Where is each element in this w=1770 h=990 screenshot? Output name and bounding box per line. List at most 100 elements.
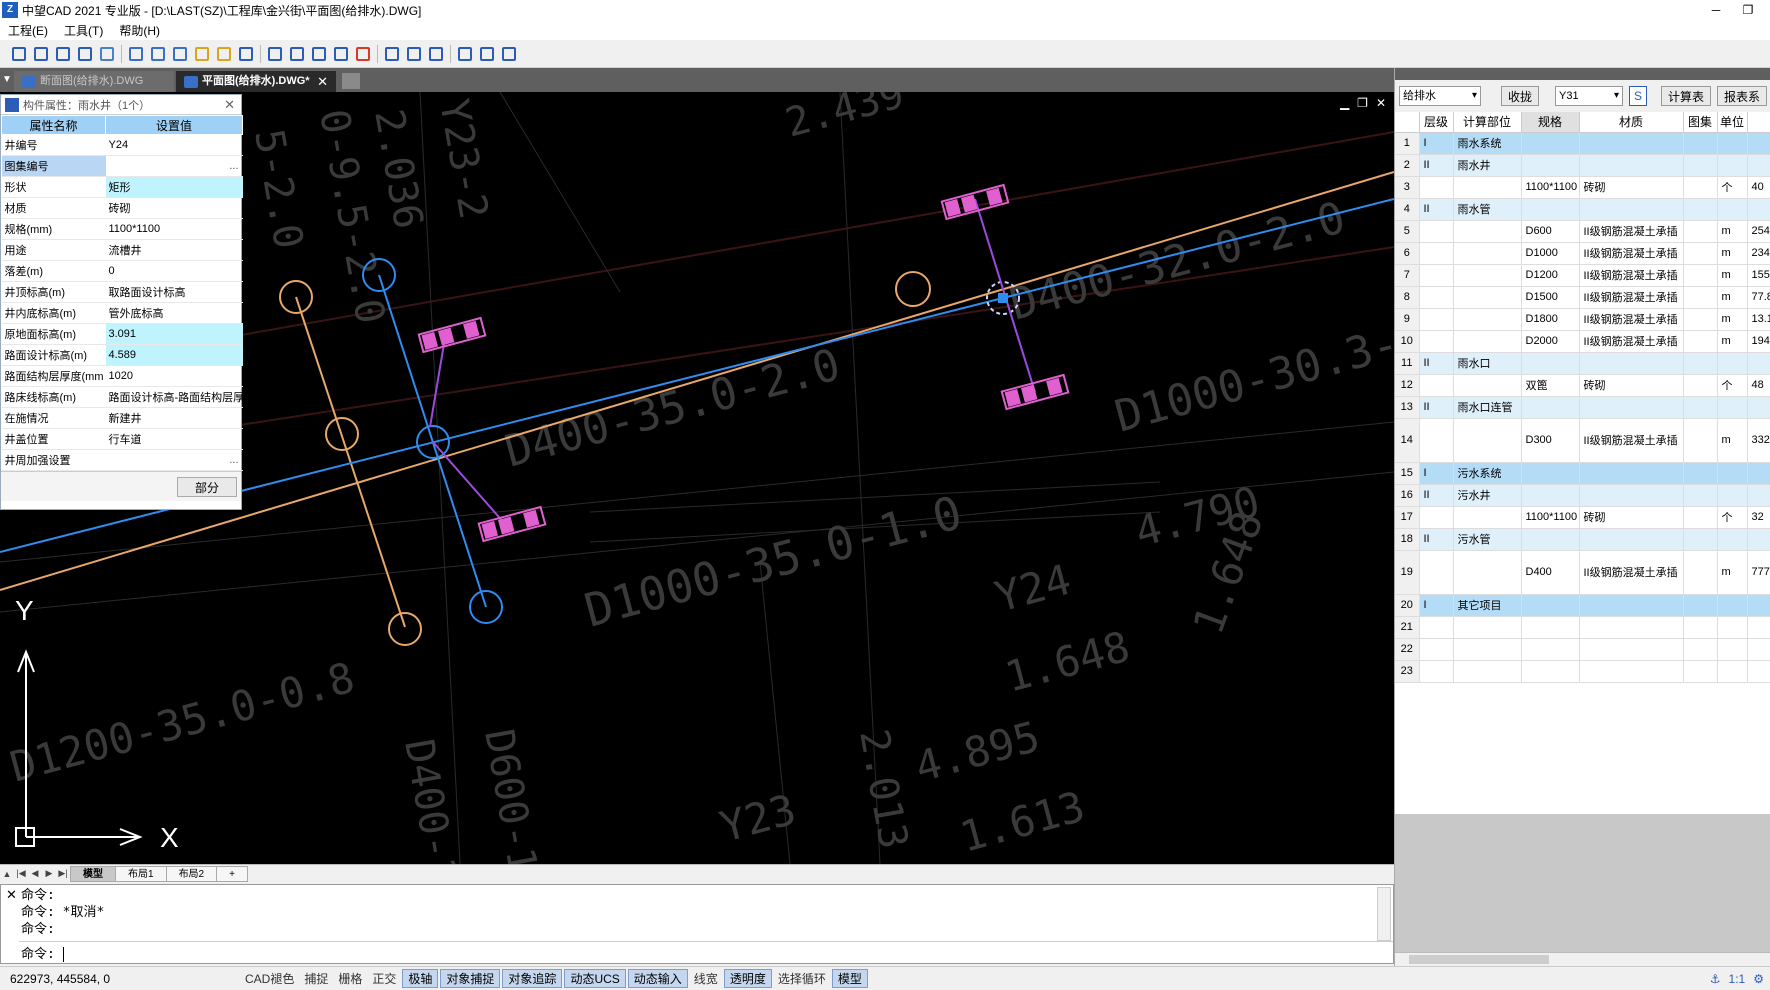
- table-row[interactable]: 21: [1395, 616, 1770, 639]
- toolbar-tool-icon[interactable]: [265, 44, 285, 64]
- status-toggle[interactable]: 动态输入: [627, 969, 688, 988]
- s-button[interactable]: S: [1629, 86, 1648, 106]
- status-toggle[interactable]: 捕捉: [299, 970, 333, 987]
- table-row[interactable]: 20 I 其它项目: [1395, 594, 1770, 617]
- report-button[interactable]: 报表系: [1717, 86, 1768, 106]
- table-row[interactable]: 15 I 污水系统: [1395, 462, 1770, 485]
- table-row[interactable]: 2 II 雨水井: [1395, 154, 1770, 177]
- toolbar-tool-icon[interactable]: [126, 44, 146, 64]
- table-row[interactable]: 16 II 污水井: [1395, 484, 1770, 507]
- col-header[interactable]: [1747, 112, 1770, 133]
- scrollbar-thumb[interactable]: [1409, 955, 1549, 964]
- col-header[interactable]: [1395, 112, 1420, 133]
- toolbar-tool-icon[interactable]: [477, 44, 497, 64]
- command-input[interactable]: [62, 947, 363, 962]
- property-value[interactable]: ...: [105, 155, 243, 177]
- tab-model[interactable]: 模型: [70, 865, 116, 882]
- toolbar-tool-icon[interactable]: [331, 44, 351, 64]
- status-toggle[interactable]: 模型: [831, 969, 868, 988]
- annotation-scale-icon[interactable]: ⚓: [1710, 972, 1721, 986]
- property-row[interactable]: 用途 流槽井: [1, 239, 243, 261]
- status-toggle[interactable]: 对象追踪: [502, 969, 563, 988]
- close-icon[interactable]: ✕: [224, 97, 235, 113]
- toolbar-tool-icon[interactable]: [170, 44, 190, 64]
- restore-button[interactable]: ❐: [1732, 0, 1764, 20]
- tab-layout1[interactable]: 布局1: [115, 865, 167, 882]
- toolbar-tool-icon[interactable]: [148, 44, 168, 64]
- property-row[interactable]: 形状 矩形: [1, 176, 243, 198]
- table-row[interactable]: 22: [1395, 638, 1770, 661]
- horizontal-scrollbar[interactable]: [1395, 952, 1770, 966]
- settings-icon[interactable]: ⚙: [1753, 972, 1764, 986]
- toolbar-tool-icon[interactable]: [382, 44, 402, 64]
- property-value[interactable]: 4.589: [105, 344, 243, 366]
- table-row[interactable]: 5 D600II级钢筋混凝土承插 m254.: [1395, 220, 1770, 243]
- property-row[interactable]: 材质 砖砌: [1, 197, 243, 219]
- property-value[interactable]: 1100*1100: [105, 218, 243, 240]
- toolbar-tool-icon[interactable]: [214, 44, 234, 64]
- property-row[interactable]: 路床线标高(m) 路面设计标高-路面结构层厚: [1, 386, 243, 408]
- table-row[interactable]: 18 II 污水管: [1395, 528, 1770, 551]
- table-row[interactable]: 11 II 雨水口: [1395, 352, 1770, 375]
- doc-tab-section[interactable]: 断面图(给排水).DWG: [14, 71, 174, 92]
- table-row[interactable]: 12 双篦 砖砌 个 48: [1395, 374, 1770, 397]
- nav-end-icon[interactable]: ▶|: [56, 868, 70, 879]
- status-toggle[interactable]: 透明度: [723, 969, 772, 988]
- table-row[interactable]: 9 D1800II级钢筋混凝土承插 m13.1: [1395, 308, 1770, 331]
- toolbar-tool-icon[interactable]: [192, 44, 212, 64]
- property-value[interactable]: 新建井: [105, 407, 243, 429]
- table-row[interactable]: 10 D2000II级钢筋混凝土承插 m194.: [1395, 330, 1770, 353]
- tab-list-arrow-icon[interactable]: ▼: [0, 68, 14, 92]
- toolbar-tool-icon[interactable]: [499, 44, 519, 64]
- well-id-select[interactable]: Y31: [1555, 86, 1624, 106]
- table-row[interactable]: 17 1100*1100 砖砌 个 32: [1395, 506, 1770, 529]
- table-row[interactable]: 13 II 雨水口连管: [1395, 396, 1770, 419]
- nav-start-icon[interactable]: |◀: [14, 868, 28, 879]
- table-row[interactable]: 6 D1000II级钢筋混凝土承插 m234.: [1395, 242, 1770, 265]
- table-row[interactable]: 23: [1395, 660, 1770, 683]
- status-toggle[interactable]: CAD褪色: [240, 970, 299, 987]
- status-toggle[interactable]: 对象捕捉: [440, 969, 501, 988]
- toolbar-tool-icon[interactable]: [236, 44, 256, 64]
- collapse-button[interactable]: 收拢: [1501, 86, 1540, 106]
- table-row[interactable]: 19 D400II级钢筋混凝土承插 m777.: [1395, 550, 1770, 595]
- property-row[interactable]: 井内底标高(m) 管外底标高: [1, 302, 243, 324]
- status-toggle[interactable]: 极轴: [402, 969, 439, 988]
- ellipsis-button[interactable]: ...: [229, 454, 238, 466]
- status-toggle[interactable]: 选择循环: [773, 970, 831, 987]
- property-row[interactable]: 在施情况 新建井: [1, 407, 243, 429]
- property-value[interactable]: Y24: [105, 134, 243, 156]
- command-scrollbar[interactable]: [1377, 887, 1391, 941]
- toolbar-tool-icon[interactable]: [75, 44, 95, 64]
- property-value[interactable]: 3.091: [105, 323, 243, 345]
- scale-label[interactable]: 1:1: [1729, 972, 1746, 986]
- col-header[interactable]: 材质: [1579, 112, 1684, 133]
- toolbar-tool-icon[interactable]: [426, 44, 446, 64]
- doc-tab-plan[interactable]: 平面图(给排水).DWG* ✕: [176, 71, 336, 92]
- calc-table-button[interactable]: 计算表: [1661, 86, 1712, 106]
- menu-help[interactable]: 帮助(H): [111, 22, 168, 39]
- property-value[interactable]: 管外底标高: [105, 302, 243, 324]
- table-row[interactable]: 8 D1500II级钢筋混凝土承插 m77.8: [1395, 286, 1770, 309]
- col-header[interactable]: 计算部位: [1453, 112, 1522, 133]
- table-row[interactable]: 14 D300II级钢筋混凝土承插 m332.: [1395, 418, 1770, 463]
- col-header[interactable]: 规格: [1521, 112, 1580, 133]
- table-row[interactable]: 7 D1200II级钢筋混凝土承插 m155.: [1395, 264, 1770, 287]
- col-header[interactable]: 图集: [1683, 112, 1718, 133]
- table-row[interactable]: 1 I 雨水系统: [1395, 132, 1770, 155]
- viewport-close-icon[interactable]: ✕: [1376, 96, 1386, 110]
- close-tab-icon[interactable]: ✕: [317, 71, 328, 92]
- minimize-button[interactable]: ─: [1700, 0, 1732, 20]
- menu-project[interactable]: 工程(E): [0, 22, 56, 39]
- property-value[interactable]: 砖砌: [105, 197, 243, 219]
- property-row[interactable]: 落差(m) 0: [1, 260, 243, 282]
- property-value[interactable]: 流槽井: [105, 239, 243, 261]
- menu-tools[interactable]: 工具(T): [56, 22, 111, 39]
- nav-prev-icon[interactable]: ◀: [28, 868, 42, 879]
- status-toggle[interactable]: 线宽: [689, 970, 723, 987]
- ellipsis-button[interactable]: ...: [229, 160, 238, 172]
- toolbar-tool-icon[interactable]: [31, 44, 51, 64]
- partial-button[interactable]: 部分: [177, 477, 237, 497]
- nav-next-icon[interactable]: ▶: [42, 868, 56, 879]
- tab-layout2[interactable]: 布局2: [165, 865, 218, 882]
